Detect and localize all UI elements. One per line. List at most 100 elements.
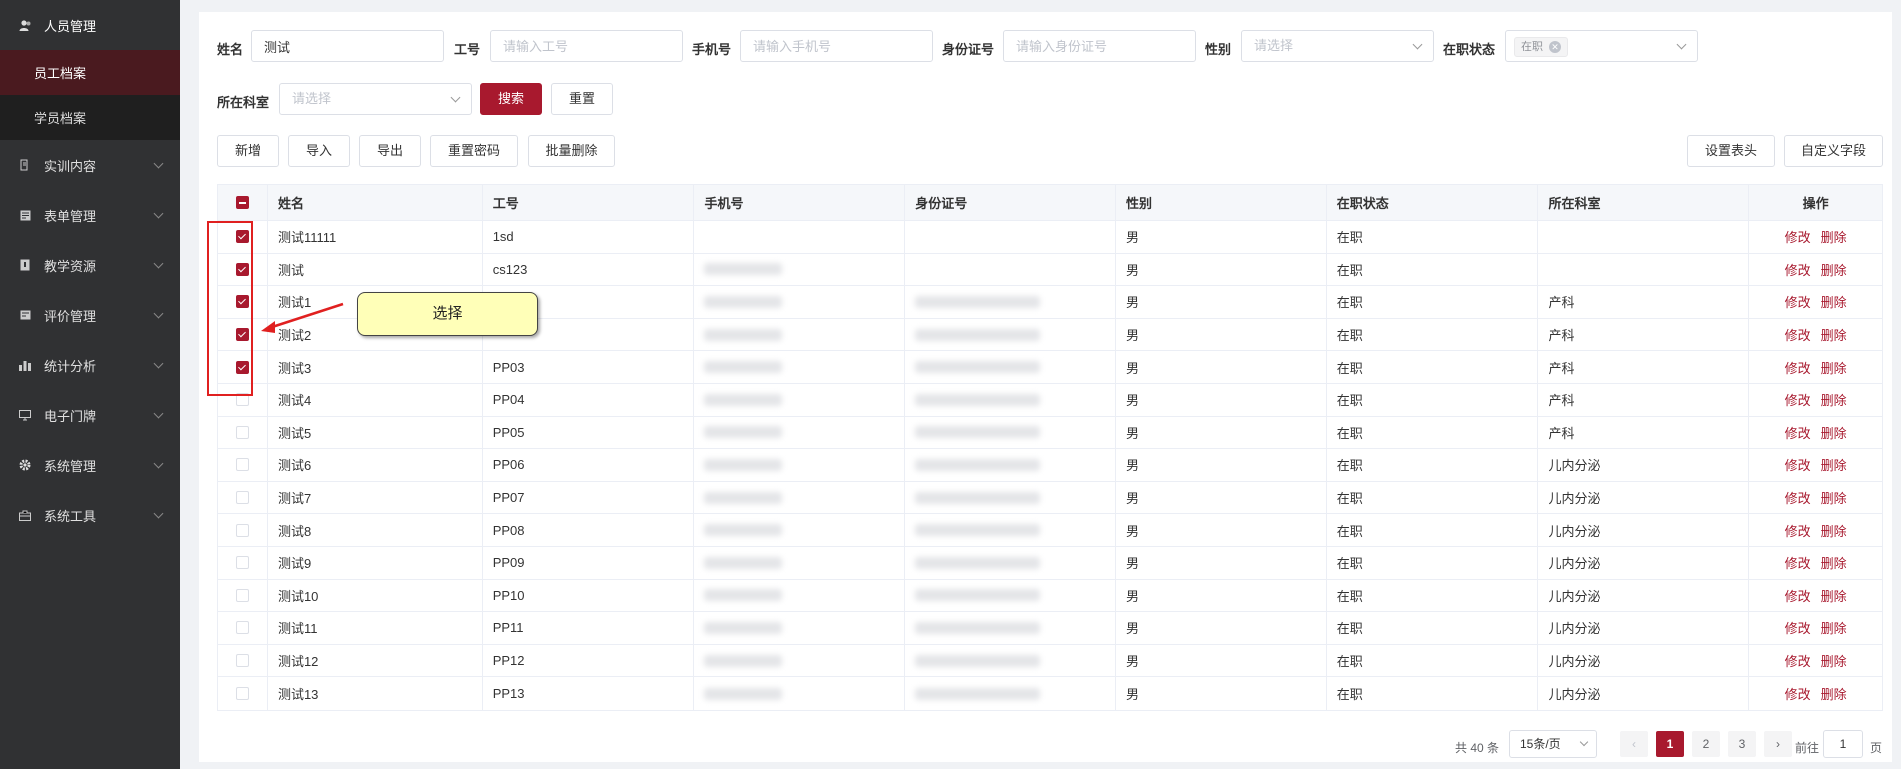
edit-link[interactable]: 修改 bbox=[1785, 618, 1811, 637]
row-checkbox[interactable] bbox=[235, 458, 249, 472]
delete-link[interactable]: 删除 bbox=[1821, 325, 1847, 344]
edit-link[interactable]: 修改 bbox=[1785, 553, 1811, 572]
sidebar-item-training[interactable]: 实训内容 bbox=[0, 140, 180, 190]
delete-link[interactable]: 删除 bbox=[1821, 651, 1847, 670]
sidebar-item-system-tools[interactable]: 系统工具 bbox=[0, 490, 180, 540]
set-header-button[interactable]: 设置表头 bbox=[1687, 135, 1775, 167]
table-row[interactable]: 测试6 PP06 男在职 儿内分泌 修改 删除 bbox=[218, 449, 1882, 482]
row-checkbox-cell[interactable] bbox=[218, 481, 268, 514]
row-checkbox[interactable] bbox=[235, 425, 249, 439]
jobno-input[interactable] bbox=[490, 30, 683, 62]
status-select[interactable]: 在职 ✕ bbox=[1505, 30, 1698, 62]
delete-link[interactable]: 删除 bbox=[1821, 618, 1847, 637]
delete-link[interactable]: 删除 bbox=[1821, 227, 1847, 246]
edit-link[interactable]: 修改 bbox=[1785, 455, 1811, 474]
edit-link[interactable]: 修改 bbox=[1785, 325, 1811, 344]
export-button[interactable]: 导出 bbox=[359, 135, 421, 167]
sidebar-subitem-staff-archive[interactable]: 员工档案 bbox=[0, 50, 180, 95]
delete-link[interactable]: 删除 bbox=[1821, 684, 1847, 703]
row-checkbox-cell[interactable] bbox=[218, 546, 268, 579]
page-button-1[interactable]: 1 bbox=[1656, 731, 1684, 757]
delete-link[interactable]: 删除 bbox=[1821, 488, 1847, 507]
next-page-button[interactable]: › bbox=[1764, 731, 1792, 757]
table-row[interactable]: 测试5 PP05 男在职 产科 修改 删除 bbox=[218, 416, 1882, 450]
edit-link[interactable]: 修改 bbox=[1785, 423, 1811, 442]
phone-input[interactable] bbox=[740, 30, 933, 62]
edit-link[interactable]: 修改 bbox=[1785, 260, 1811, 279]
row-checkbox-cell[interactable] bbox=[218, 579, 268, 612]
row-checkbox-cell[interactable] bbox=[218, 677, 268, 710]
edit-link[interactable]: 修改 bbox=[1785, 521, 1811, 540]
sidebar-item-statistics[interactable]: 统计分析 bbox=[0, 340, 180, 390]
delete-link[interactable]: 删除 bbox=[1821, 260, 1847, 279]
table-row[interactable]: 测试11111 1sd 男在职 修改 删除 bbox=[218, 221, 1882, 254]
table-row[interactable]: 测试11 PP11 男在职 儿内分泌 修改 删除 bbox=[218, 612, 1882, 645]
edit-link[interactable]: 修改 bbox=[1785, 651, 1811, 670]
prev-page-button[interactable]: ‹ bbox=[1620, 731, 1648, 757]
row-checkbox-cell[interactable] bbox=[218, 449, 268, 481]
row-checkbox-cell[interactable] bbox=[218, 514, 268, 546]
gender-select[interactable]: 请选择 bbox=[1241, 30, 1434, 62]
row-checkbox-cell[interactable] bbox=[218, 416, 268, 449]
add-button[interactable]: 新增 bbox=[217, 135, 279, 167]
edit-link[interactable]: 修改 bbox=[1785, 227, 1811, 246]
table-row[interactable]: 测试8 PP08 男在职 儿内分泌 修改 删除 bbox=[218, 514, 1882, 547]
delete-link[interactable]: 删除 bbox=[1821, 455, 1847, 474]
sidebar-item-system-management[interactable]: 系统管理 bbox=[0, 440, 180, 490]
table-row[interactable]: 测试7 PP07 男在职 儿内分泌 修改 删除 bbox=[218, 481, 1882, 515]
table-row[interactable]: 测试12 PP12 男在职 儿内分泌 修改 删除 bbox=[218, 644, 1882, 678]
edit-link[interactable]: 修改 bbox=[1785, 586, 1811, 605]
table-row[interactable]: 测试 cs123 男在职 修改 删除 bbox=[218, 253, 1882, 287]
reset-button[interactable]: 重置 bbox=[551, 83, 613, 115]
row-checkbox[interactable] bbox=[235, 523, 249, 537]
page-button-2[interactable]: 2 bbox=[1692, 731, 1720, 757]
row-checkbox[interactable] bbox=[235, 687, 249, 701]
delete-link[interactable]: 删除 bbox=[1821, 553, 1847, 572]
edit-link[interactable]: 修改 bbox=[1785, 488, 1811, 507]
import-button[interactable]: 导入 bbox=[288, 135, 350, 167]
idcard-input[interactable] bbox=[1003, 30, 1196, 62]
delete-link[interactable]: 删除 bbox=[1821, 292, 1847, 311]
dept-select[interactable]: 请选择 bbox=[279, 83, 472, 115]
sidebar-item-personnel[interactable]: 人员管理 bbox=[0, 0, 180, 50]
sidebar-item-forms[interactable]: 表单管理 bbox=[0, 190, 180, 240]
row-checkbox-cell[interactable] bbox=[218, 644, 268, 677]
delete-link[interactable]: 删除 bbox=[1821, 390, 1847, 409]
table-row[interactable]: 测试4 PP04 男在职 产科 修改 删除 bbox=[218, 383, 1882, 417]
table-row[interactable]: 测试3 PP03 男在职 产科 修改 删除 bbox=[218, 351, 1882, 384]
table-row[interactable]: 测试13 PP13 男在职 儿内分泌 修改 删除 bbox=[218, 677, 1882, 710]
delete-link[interactable]: 删除 bbox=[1821, 521, 1847, 540]
goto-page-input[interactable] bbox=[1823, 730, 1863, 758]
table-row[interactable]: 测试9 PP09 男在职 儿内分泌 修改 删除 bbox=[218, 546, 1882, 580]
edit-link[interactable]: 修改 bbox=[1785, 684, 1811, 703]
header-select-all-cell[interactable] bbox=[218, 185, 268, 220]
row-checkbox[interactable] bbox=[235, 556, 249, 570]
row-checkbox[interactable] bbox=[235, 491, 249, 505]
edit-link[interactable]: 修改 bbox=[1785, 358, 1811, 377]
select-all-checkbox[interactable] bbox=[235, 196, 249, 209]
name-input[interactable] bbox=[251, 30, 444, 62]
reset-password-button[interactable]: 重置密码 bbox=[430, 135, 518, 167]
sidebar-item-resources[interactable]: 教学资源 bbox=[0, 240, 180, 290]
edit-link[interactable]: 修改 bbox=[1785, 292, 1811, 311]
delete-link[interactable]: 删除 bbox=[1821, 586, 1847, 605]
chevron-down-icon bbox=[153, 358, 164, 369]
row-checkbox-cell[interactable] bbox=[218, 612, 268, 644]
row-checkbox[interactable] bbox=[235, 621, 249, 635]
row-checkbox[interactable] bbox=[235, 588, 249, 602]
sidebar-item-evaluation[interactable]: 评价管理 bbox=[0, 290, 180, 340]
delete-link[interactable]: 删除 bbox=[1821, 358, 1847, 377]
cell-phone bbox=[694, 221, 906, 253]
page-button-3[interactable]: 3 bbox=[1728, 731, 1756, 757]
sidebar-subitem-student-archive[interactable]: 学员档案 bbox=[0, 95, 180, 140]
search-button[interactable]: 搜索 bbox=[480, 83, 542, 115]
close-icon[interactable]: ✕ bbox=[1549, 41, 1561, 53]
custom-field-button[interactable]: 自定义字段 bbox=[1784, 135, 1883, 167]
table-row[interactable]: 测试10 PP10 男在职 儿内分泌 修改 删除 bbox=[218, 579, 1882, 613]
page-size-select[interactable]: 15条/页 bbox=[1509, 730, 1597, 758]
sidebar-item-e-doorplate[interactable]: 电子门牌 bbox=[0, 390, 180, 440]
row-checkbox[interactable] bbox=[235, 654, 249, 668]
delete-link[interactable]: 删除 bbox=[1821, 423, 1847, 442]
edit-link[interactable]: 修改 bbox=[1785, 390, 1811, 409]
batch-delete-button[interactable]: 批量删除 bbox=[528, 135, 615, 167]
